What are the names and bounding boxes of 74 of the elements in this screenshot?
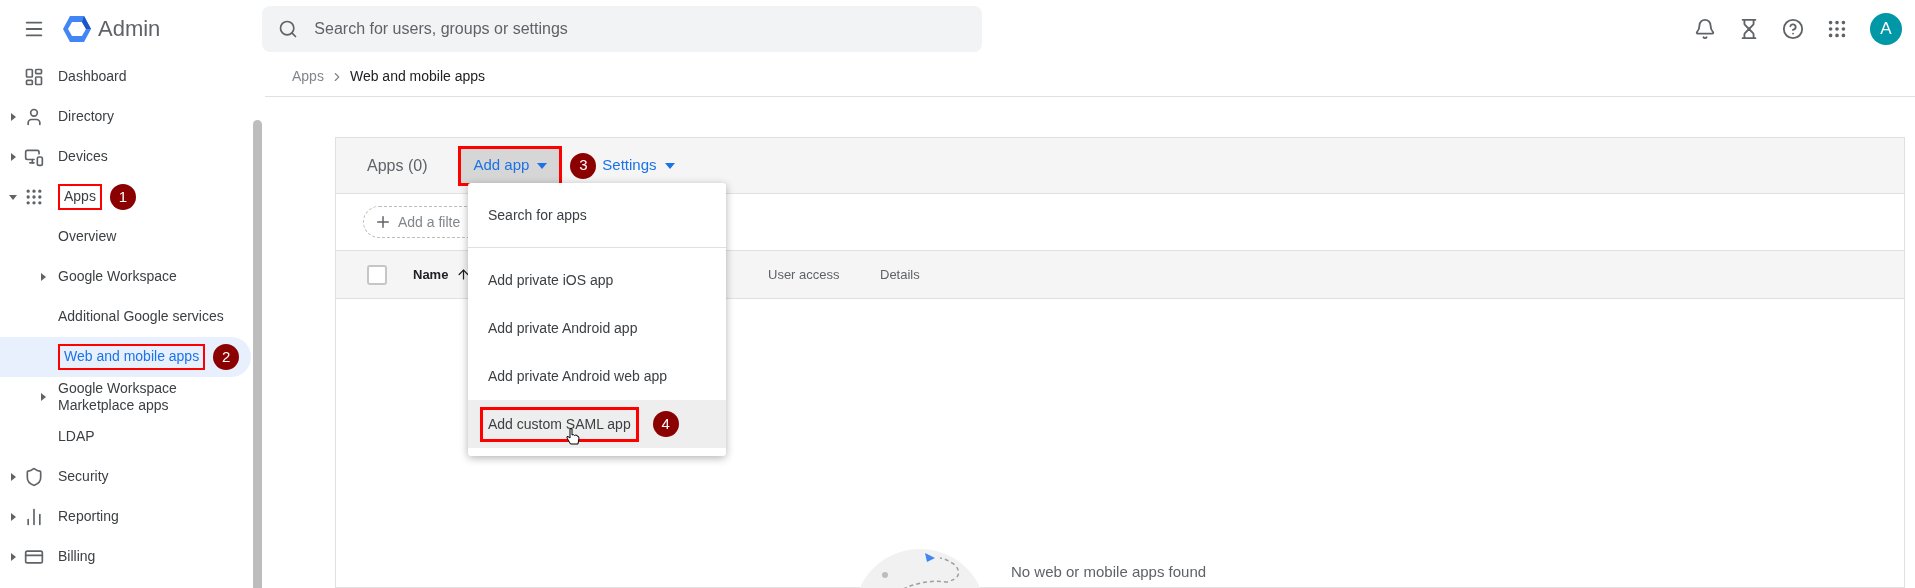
- sidebar-item[interactable]: Overview: [0, 217, 251, 257]
- notifications-icon[interactable]: [1694, 17, 1716, 40]
- callout-badge: 3: [570, 152, 597, 179]
- search-icon: [278, 18, 299, 39]
- scrollbar[interactable]: [253, 120, 262, 588]
- expand-arrow-icon[interactable]: [9, 193, 17, 201]
- callout-badge: 1: [109, 184, 136, 210]
- sidebar-item[interactable]: Reporting: [0, 497, 251, 537]
- callout-badge: 2: [213, 344, 240, 370]
- select-all-checkbox[interactable]: [367, 264, 387, 285]
- sidebar-item[interactable]: Devices: [0, 137, 251, 177]
- highlight-frame: Web and mobile apps: [58, 344, 206, 370]
- search-field[interactable]: Search for users, groups or settings: [262, 5, 983, 52]
- breadcrumb-item: Web and mobile apps: [349, 67, 486, 86]
- expand-arrow-icon[interactable]: [9, 113, 17, 121]
- sidebar-item[interactable]: Additional Google services: [0, 297, 251, 337]
- column-header[interactable]: User access: [768, 264, 840, 285]
- grid-icon: [24, 187, 44, 207]
- sidebar-item[interactable]: Apps 1: [0, 177, 251, 217]
- pointer-cursor-icon: [566, 428, 580, 446]
- expand-arrow-icon[interactable]: [9, 473, 17, 481]
- sidebar-label: Devices: [58, 148, 108, 166]
- expand-arrow-icon[interactable]: [9, 513, 17, 521]
- menu-item-label: Add private Android app: [488, 318, 638, 338]
- empty-message: No web or mobile apps found: [1011, 562, 1207, 582]
- sidebar-item[interactable]: Directory: [0, 97, 251, 137]
- help-icon[interactable]: [1782, 17, 1804, 40]
- breadcrumb-item[interactable]: Apps: [292, 66, 324, 87]
- app-name: Admin: [98, 15, 161, 43]
- column-header[interactable]: Details: [880, 264, 920, 285]
- callout-badge: 4: [652, 411, 679, 437]
- caret-icon: [537, 162, 548, 169]
- devices-icon: [24, 147, 44, 167]
- expand-arrow-icon[interactable]: [39, 393, 47, 401]
- sidebar-label: Google Workspace: [58, 268, 177, 286]
- shield-icon: [24, 467, 44, 487]
- caret-icon: [664, 162, 675, 169]
- sidebar-label: Security: [58, 468, 109, 486]
- column-header[interactable]: Name: [413, 264, 449, 285]
- sidebar-item[interactable]: Billing: [0, 537, 251, 577]
- dashboard-icon: [24, 67, 44, 87]
- logo-icon: [62, 14, 92, 43]
- sidebar-label: Billing: [58, 548, 96, 566]
- sidebar-label: Additional Google services: [58, 308, 224, 326]
- sidebar-item[interactable]: Google Workspace Marketplace apps: [0, 377, 251, 417]
- highlight-frame: Apps: [58, 184, 102, 210]
- menu-item[interactable]: Add private Android app: [468, 304, 726, 352]
- sidebar-item[interactable]: Google Workspace: [0, 257, 251, 297]
- menu-item[interactable]: Add private iOS app: [468, 256, 726, 304]
- expand-arrow-icon[interactable]: [9, 153, 17, 161]
- sidebar-label: Dashboard: [58, 68, 127, 86]
- expand-arrow-icon[interactable]: [9, 553, 17, 561]
- credit-card-icon: [24, 547, 44, 567]
- bar-chart-icon: [24, 507, 44, 527]
- sidebar-item[interactable]: Security: [0, 457, 251, 497]
- sidebar-label: Overview: [58, 228, 117, 246]
- sidebar-label: Google Workspace Marketplace apps: [58, 379, 178, 415]
- sidebar-item[interactable]: LDAP: [0, 417, 251, 457]
- avatar[interactable]: A: [1870, 12, 1902, 45]
- menu-item[interactable]: Add custom SAML app 4: [468, 400, 726, 448]
- highlight-frame: Add custom SAML app: [480, 406, 639, 442]
- expand-arrow-icon[interactable]: [39, 273, 47, 281]
- plus-icon: [374, 213, 392, 231]
- menu-item-label: Add private Android web app: [488, 366, 667, 386]
- person-icon: [24, 107, 44, 127]
- card-title: Apps (0): [367, 155, 428, 176]
- sidebar-item[interactable]: Dashboard: [0, 57, 251, 97]
- menu-item-label: Add private iOS app: [488, 270, 614, 290]
- sidebar-label: Reporting: [58, 508, 119, 526]
- toolbar-button[interactable]: Settings: [600, 145, 677, 186]
- menu-item[interactable]: Add private Android web app: [468, 352, 726, 400]
- sidebar-label: Directory: [58, 108, 114, 126]
- sidebar-label: LDAP: [58, 428, 95, 446]
- sidebar-item[interactable]: Web and mobile apps 2: [0, 337, 251, 377]
